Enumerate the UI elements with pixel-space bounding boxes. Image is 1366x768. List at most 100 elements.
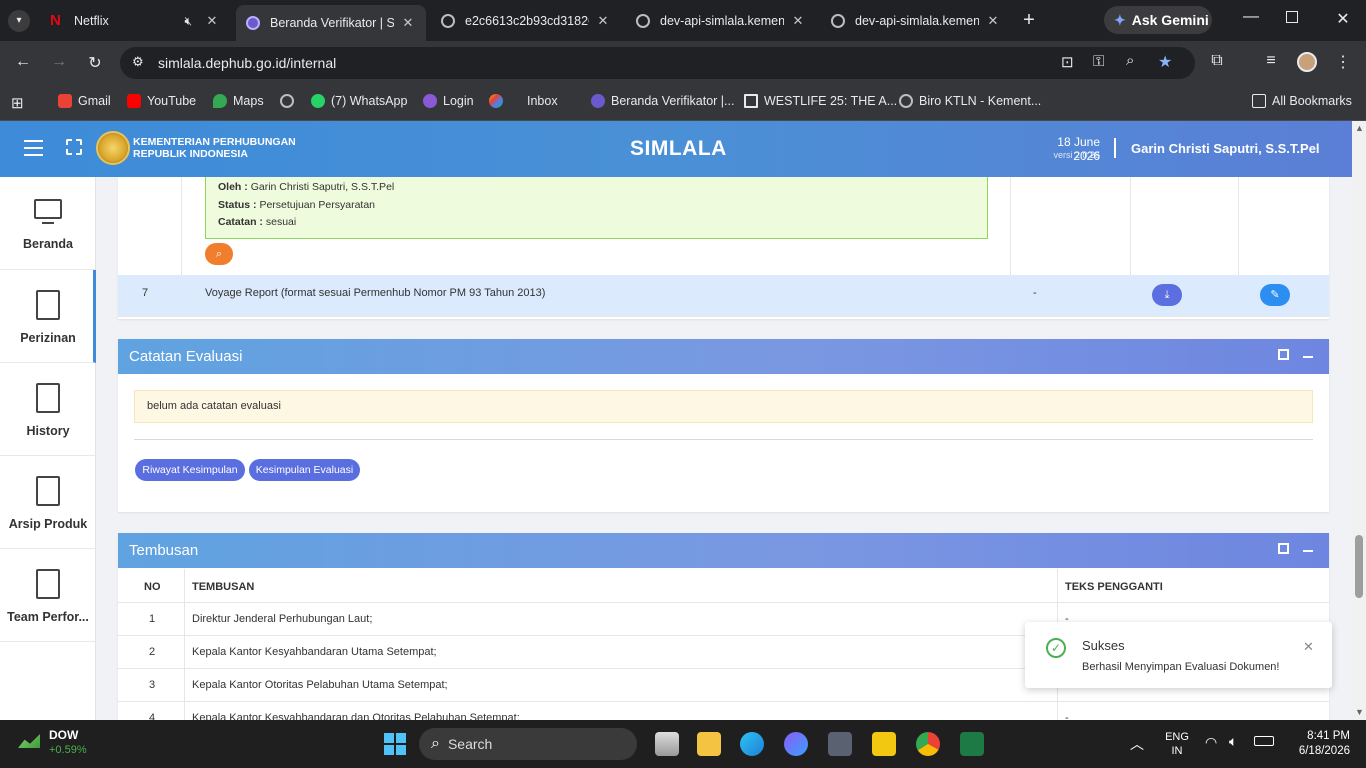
edit-button[interactable]: ✎ [1260,284,1290,306]
sidebar-item-perizinan[interactable]: Perizinan [0,270,96,363]
bookmark-whatsapp[interactable]: (7) WhatsApp [311,94,407,108]
bookmark-globe[interactable] [280,94,300,108]
user-name[interactable]: Garin Christi Saputri, S.S.T.Pel [1131,141,1320,156]
address-bar[interactable]: ⚙ simlala.dephub.go.id/internal ⊡ ⚿ ⌕ ★ [120,47,1195,79]
note-oleh: Oleh : Garin Christi Saputri, S.S.T.Pel [218,181,395,193]
hamburger-menu-icon[interactable] [24,140,43,156]
sidebar-item-history[interactable]: History [0,363,96,456]
login-site-icon [423,94,437,108]
sidebar-item-team-performance[interactable]: Team Perfor... [0,549,96,642]
tab-search-button[interactable]: ▾ [8,10,30,32]
password-key-icon[interactable]: ⚿ [1093,53,1104,70]
site-info-icon[interactable]: ⚙ [132,54,144,70]
riwayat-kesimpulan-button[interactable]: Riwayat Kesimpulan [135,459,245,481]
stock-widget[interactable]: DOW +0.59% [18,728,98,760]
clock[interactable]: 8:41 PM 6/18/2026 [1290,729,1350,759]
column-divider [1130,177,1131,275]
language-indicator[interactable]: ENG IN [1162,730,1192,758]
sidebar-item-label: Beranda [22,237,74,251]
camera-icon[interactable] [828,732,852,756]
bookmark-biro-ktln[interactable]: Biro KTLN - Kement... [899,94,1041,108]
close-icon[interactable]: ✕ [1303,639,1314,655]
minimize-button[interactable]: — [1240,8,1262,26]
forward-icon[interactable]: → [47,53,71,71]
zoom-icon[interactable]: ⌕ [1126,52,1134,69]
tab-netflix[interactable]: N Netflix 🔇︎ ✕ [40,7,230,35]
all-bookmarks-button[interactable]: All Bookmarks [1252,94,1352,108]
windows-start-icon[interactable] [384,733,406,755]
sticky-notes-icon[interactable] [872,732,896,756]
close-icon[interactable]: ✕ [204,13,220,29]
battery-icon[interactable] [1254,736,1274,746]
page-icon [744,94,758,108]
card-header: Tembusan [118,533,1329,568]
install-icon[interactable]: ⊡ [1061,53,1074,71]
bookmark-youtube[interactable]: YouTube [127,94,196,108]
ask-gemini-button[interactable]: ✦ Ask Gemini [1104,6,1212,34]
document-value: - [1033,287,1037,299]
pinwheel-icon [489,94,503,108]
scrollbar-thumb[interactable] [1355,535,1363,598]
close-icon[interactable]: ✕ [595,13,611,29]
wifi-icon[interactable]: ◠ [1205,734,1217,751]
expand-icon[interactable] [1278,349,1289,360]
excel-icon[interactable] [960,732,984,756]
sidebar-item-beranda[interactable]: Beranda [0,177,96,270]
whatsapp-icon [311,94,325,108]
edge-icon[interactable] [740,732,764,756]
ask-gemini-label: Ask Gemini [1131,12,1209,28]
kesimpulan-evaluasi-button[interactable]: Kesimpulan Evaluasi [249,459,360,481]
page-scrollbar[interactable]: ▲ ▼ [1352,121,1366,720]
scroll-up-arrow[interactable]: ▲ [1355,123,1364,133]
profile-avatar[interactable] [1297,52,1317,72]
extensions-icon[interactable]: ⧉ [1205,52,1229,70]
copilot-icon[interactable] [784,732,808,756]
media-control-icon[interactable]: ≡ [1259,52,1283,70]
tab-dev-api-2[interactable]: dev-api-simlala.kemen ✕ [821,7,1011,35]
tab-dev-api-1[interactable]: dev-api-simlala.kemen ✕ [626,7,816,35]
apps-grid-icon[interactable]: ⊞ [11,94,24,112]
chrome-icon[interactable] [916,732,940,756]
close-icon[interactable]: ✕ [790,13,806,29]
bookmark-inbox[interactable]: Inbox [489,94,558,108]
close-icon[interactable]: ✕ [400,15,416,31]
expand-icon[interactable] [1278,543,1289,554]
kebab-menu-icon[interactable]: ⋮ [1331,52,1355,72]
tab-e2c6613c[interactable]: e2c6613c2b93cd31826 ✕ [431,7,621,35]
collapse-icon[interactable] [1303,550,1313,552]
bookmark-maps[interactable]: Maps [213,94,264,108]
bookmark-beranda-verifikator[interactable]: Beranda Verifikator |... [591,94,734,108]
fullscreen-icon[interactable] [66,139,82,155]
bookmark-westlife[interactable]: WESTLIFE 25: THE A... [744,94,897,108]
clock-time: 8:41 PM [1307,730,1350,742]
new-tab-button[interactable]: + [1018,9,1040,32]
bookmark-gmail[interactable]: Gmail [58,94,111,108]
header-divider [1114,138,1116,158]
volume-icon[interactable]: 🔈︎ [1229,733,1237,750]
app-title: SIMLALA [630,137,727,160]
collapse-icon[interactable] [1303,356,1313,358]
bookmark-login[interactable]: Login [423,94,474,108]
back-icon[interactable]: ← [11,53,35,71]
bookmark-star-icon[interactable]: ★ [1158,52,1172,72]
speaker-mute-icon[interactable]: 🔇︎ [184,14,192,29]
close-icon[interactable]: ✕ [985,13,1001,29]
show-hidden-icons-chevron[interactable]: ︿ [1130,734,1144,754]
file-explorer-icon[interactable] [697,732,721,756]
sidebar-item-arsip-produk[interactable]: Arsip Produk [0,456,96,549]
windows-taskbar: DOW +0.59% ⌕ Search ︿ ENG IN ◠ 🔈︎ 8:41 P… [0,720,1366,768]
close-window-button[interactable]: ✕ [1333,9,1353,29]
url-text: simlala.dephub.go.id/internal [158,55,337,71]
bookmarks-bar: ⊞ Gmail YouTube Maps (7) WhatsApp Login … [0,85,1366,121]
language-primary: ENG [1165,731,1189,743]
taskbar-search[interactable]: ⌕ Search [419,728,637,760]
bookmark-label: (7) WhatsApp [331,94,408,108]
scroll-down-arrow[interactable]: ▼ [1355,707,1364,717]
header-version: versi 2.0.25 [1053,150,1100,160]
tab-beranda-verifikator[interactable]: Beranda Verifikator | Si ✕ [236,5,426,41]
view-note-button[interactable]: ⌕ [205,243,233,265]
reload-icon[interactable]: ↻ [83,53,107,73]
task-view-icon[interactable] [655,732,679,756]
download-button[interactable]: ⤓ [1152,284,1182,306]
maximize-button[interactable] [1286,11,1298,23]
